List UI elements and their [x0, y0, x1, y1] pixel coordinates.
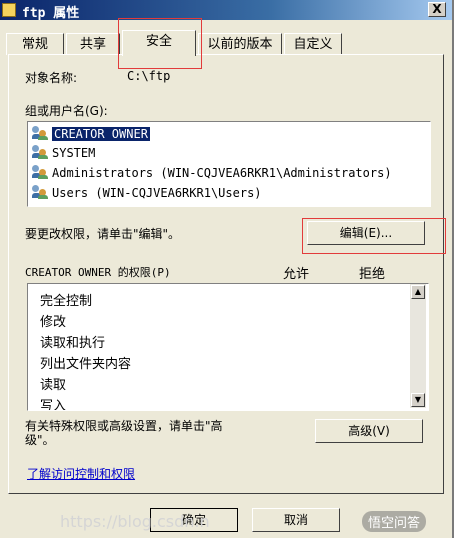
list-item: 修改	[40, 315, 67, 330]
user-group-icon	[32, 145, 48, 159]
tab-customize[interactable]: 自定义	[284, 33, 342, 55]
allow-column-header: 允许	[283, 267, 310, 282]
highlight-edit-button	[302, 218, 446, 254]
permissions-header: CREATOR OWNER 的权限(P)	[25, 266, 171, 279]
watermark-url: https://blog.csdn.n	[60, 512, 210, 531]
tab-sharing[interactable]: 共享	[66, 33, 120, 55]
tab-general[interactable]: 常规	[6, 33, 64, 55]
security-panel: 对象名称: C:\ftp 组或用户名(G): CREATOR OWNER SYS…	[8, 54, 444, 494]
list-item: 写入	[40, 399, 67, 411]
deny-column-header: 拒绝	[359, 267, 386, 282]
scroll-down-icon[interactable]: ▼	[411, 393, 425, 407]
cancel-button[interactable]: 取消	[252, 508, 340, 532]
title-bar[interactable]: ftp 属性 X	[0, 0, 452, 21]
object-name-label: 对象名称:	[25, 71, 78, 85]
tab-strip: 常规 共享 安全 以前的版本 自定义	[6, 30, 446, 56]
permissions-scrollbar[interactable]: ▲ ▼	[410, 284, 426, 408]
list-item[interactable]: SYSTEM	[32, 144, 95, 162]
permissions-list[interactable]: 完全控制 修改 读取和执行 列出文件夹内容 读取 写入 ▲ ▼	[27, 283, 429, 411]
scroll-up-icon[interactable]: ▲	[411, 285, 425, 299]
list-item: 列出文件夹内容	[40, 357, 132, 372]
user-group-icon	[32, 185, 48, 199]
list-item[interactable]: Administrators (WIN-CQJVEA6RKR1\Administ…	[32, 164, 392, 182]
properties-window: ftp 属性 X 常规 共享 安全 以前的版本 自定义 对象名称: C:\ftp…	[0, 0, 454, 538]
highlight-security-tab	[118, 18, 202, 69]
folder-icon	[2, 3, 16, 17]
close-button[interactable]: X	[428, 2, 446, 17]
users-list[interactable]: CREATOR OWNER SYSTEM Administrators (WIN…	[27, 121, 431, 207]
learn-access-control-link[interactable]: 了解访问控制和权限	[27, 465, 135, 482]
list-item: 完全控制	[40, 294, 93, 309]
advanced-button[interactable]: 高级(V)	[315, 419, 423, 443]
user-group-icon	[32, 165, 48, 179]
change-permissions-text: 要更改权限，请单击"编辑"。	[25, 227, 181, 241]
watermark-badge: 悟空问答	[362, 511, 427, 532]
advanced-text-line2: 级"。	[25, 433, 55, 447]
tab-previous-versions[interactable]: 以前的版本	[198, 33, 282, 55]
list-item: 读取和执行	[40, 336, 106, 351]
object-name-value: C:\ftp	[127, 69, 171, 83]
user-group-icon	[32, 126, 48, 140]
list-item[interactable]: Users (WIN-CQJVEA6RKR1\Users)	[32, 184, 262, 202]
window-title: ftp 属性	[22, 6, 80, 21]
users-label: 组或用户名(G):	[25, 104, 108, 118]
list-item[interactable]: CREATOR OWNER	[32, 125, 150, 143]
advanced-text-line1: 有关特殊权限或高级设置，请单击"高	[25, 419, 223, 433]
list-item: 读取	[40, 378, 67, 393]
